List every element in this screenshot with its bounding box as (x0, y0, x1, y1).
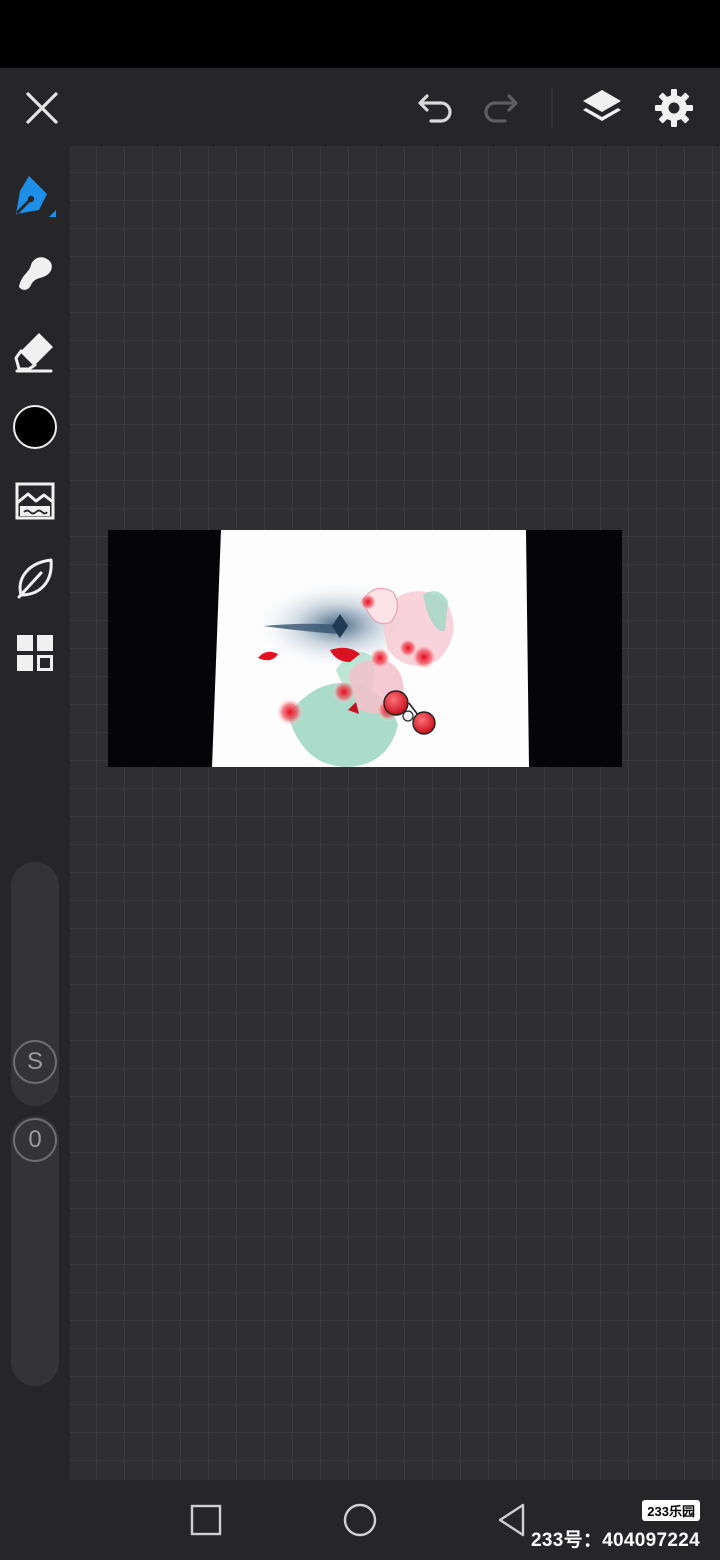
artwork-canvas[interactable] (108, 530, 622, 767)
gear-icon[interactable] (650, 84, 698, 132)
artwork-image (212, 530, 529, 767)
leaf-icon[interactable] (10, 552, 60, 602)
top-toolbar (0, 68, 720, 146)
status-bar (0, 0, 720, 68)
size-slider[interactable]: S (11, 862, 59, 1106)
size-slider-knob[interactable]: S (13, 1040, 57, 1084)
watermark-logo: 233乐园 (642, 1500, 700, 1521)
drawing-canvas-area[interactable] (70, 146, 720, 1480)
image-icon[interactable] (10, 476, 60, 526)
watermark: 233乐园 233号：404097224 (531, 1500, 700, 1552)
recent-apps-button[interactable] (184, 1498, 228, 1542)
back-button[interactable] (490, 1498, 534, 1542)
undo-icon[interactable] (414, 86, 458, 130)
home-button[interactable] (338, 1498, 382, 1542)
toolbar-divider (551, 88, 553, 128)
redo-icon[interactable] (478, 86, 522, 130)
opacity-slider-knob[interactable]: 0 (13, 1118, 57, 1162)
layers-icon[interactable] (578, 84, 626, 132)
eraser-icon[interactable] (10, 326, 60, 376)
grid-icon[interactable] (10, 628, 60, 678)
color-swatch[interactable] (10, 402, 60, 452)
tool-sidebar: S 0 (0, 146, 70, 1480)
close-icon[interactable] (22, 88, 62, 128)
opacity-slider[interactable]: 0 (11, 1116, 59, 1386)
smudge-icon[interactable] (10, 248, 60, 298)
size-slider-label: S (26, 1048, 43, 1075)
opacity-slider-label: 0 (28, 1126, 42, 1153)
watermark-id: 233号：404097224 (530, 1530, 700, 1551)
pen-icon[interactable] (10, 170, 60, 220)
